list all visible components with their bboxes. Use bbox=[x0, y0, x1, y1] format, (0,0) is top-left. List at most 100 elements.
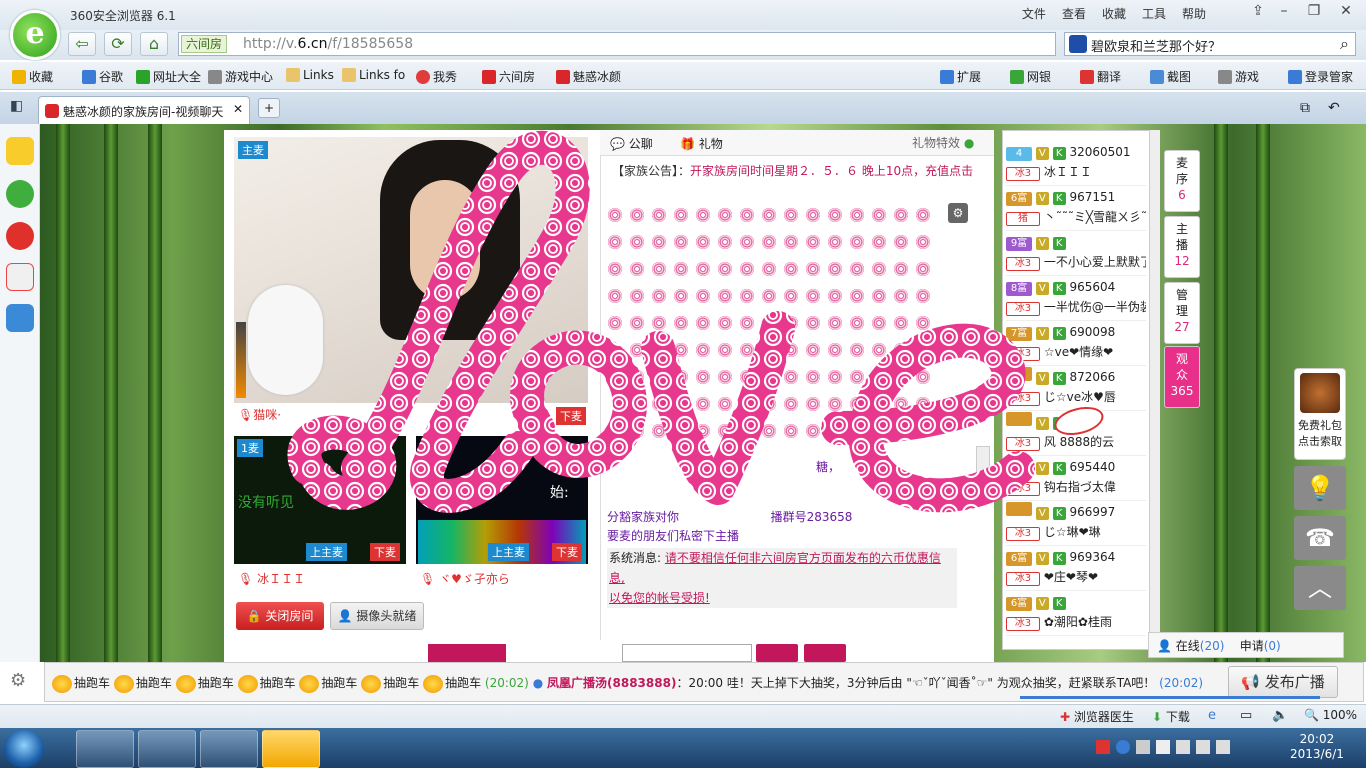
tab-close-icon[interactable]: ✕ bbox=[233, 102, 243, 116]
undo-close-icon[interactable]: ↶ bbox=[1328, 100, 1340, 116]
tab-queue[interactable]: 麦序 6 bbox=[1164, 150, 1200, 212]
search-field[interactable]: 碧欧泉和兰芝那个好？ ⌕ bbox=[1064, 32, 1356, 56]
gift-effect-toggle[interactable]: 礼物特效 ● bbox=[912, 134, 974, 151]
bookmark-links-fo[interactable]: Links fo bbox=[342, 68, 405, 82]
tray-arrow-icon[interactable] bbox=[1136, 740, 1150, 754]
tray-device-icon[interactable] bbox=[1176, 740, 1190, 754]
tray-flag-icon[interactable] bbox=[1156, 740, 1170, 754]
history-clock-icon[interactable] bbox=[6, 180, 34, 208]
tab-gift[interactable]: 🎁 礼物 bbox=[680, 135, 723, 152]
browser-logo-icon[interactable]: e bbox=[10, 10, 60, 60]
search-icon[interactable]: ⌕ bbox=[1340, 34, 1349, 54]
user-list-scrollbar[interactable] bbox=[1150, 130, 1160, 650]
refresh-button[interactable]: ⟳ bbox=[104, 32, 132, 56]
share-icon[interactable] bbox=[6, 304, 34, 332]
menu-help[interactable]: 帮助 bbox=[1182, 5, 1206, 22]
tray-network-icon[interactable] bbox=[1196, 740, 1210, 754]
taskbar-k-icon[interactable] bbox=[200, 730, 258, 768]
user-row[interactable]: 6富 V K 冰3 ✿潮阳✿桂雨 bbox=[1006, 592, 1146, 636]
home-button[interactable]: ⌂ bbox=[140, 32, 168, 56]
back-button[interactable]: ⇦ bbox=[68, 32, 96, 56]
phone-button[interactable]: ☎ bbox=[1294, 516, 1346, 560]
ext-translate[interactable]: 翻译 bbox=[1080, 68, 1121, 85]
settings-gear-icon[interactable]: ⚙ bbox=[10, 670, 26, 691]
minimize-button[interactable]: – bbox=[1272, 3, 1296, 23]
chat-scrollbar[interactable] bbox=[976, 446, 990, 482]
publish-broadcast-button[interactable]: 📢 发布广播 bbox=[1228, 666, 1338, 698]
send-button-2[interactable] bbox=[804, 644, 846, 662]
user-row[interactable]: 6富 V K 967151 猪 丶˜˜˜ミ╳雪龍ㄨ彡˜˜ bbox=[1006, 187, 1146, 231]
tab-hosts[interactable]: 主播 12 bbox=[1164, 216, 1200, 278]
taskbar-browser-icon[interactable] bbox=[138, 730, 196, 768]
tab-public-chat[interactable]: 💬 公聊 bbox=[610, 135, 653, 152]
user-row[interactable]: 9富 V K 冰3 一不小心爱上默默了 bbox=[1006, 232, 1146, 276]
favorites-star-icon[interactable] bbox=[6, 137, 34, 165]
start-button[interactable] bbox=[4, 730, 44, 768]
user-row[interactable]: 7富 V K 690098 冰3 ☆ve❤情缘❤ bbox=[1006, 322, 1146, 366]
ext-screenshot[interactable]: 截图 bbox=[1150, 68, 1191, 85]
mic2-up-button[interactable]: 上主麦 bbox=[488, 543, 529, 561]
tray-volume-icon[interactable] bbox=[1216, 740, 1230, 754]
tray-s-icon[interactable] bbox=[1096, 740, 1110, 754]
taskbar-app-game-icon[interactable] bbox=[76, 730, 134, 768]
menu-view[interactable]: 查看 bbox=[1062, 5, 1086, 22]
browser-doctor[interactable]: ✚ 浏览器医生 bbox=[1060, 708, 1134, 725]
restore-button[interactable]: ❐ bbox=[1302, 3, 1326, 23]
close-room-button[interactable]: 🔒 关闭房间 bbox=[236, 602, 324, 630]
bookmark-game-center[interactable]: 游戏中心 bbox=[208, 68, 273, 85]
tab-active[interactable]: 魅惑冰颜的家族房间-视频聊天 ✕ bbox=[38, 96, 250, 124]
user-row[interactable]: V K 872066 冰3 じ☆ve冰♥唇 bbox=[1006, 367, 1146, 411]
search-text[interactable]: 碧欧泉和兰芝那个好？ bbox=[1091, 36, 1221, 55]
url-field[interactable]: 六间房 http://v.6.cn/f/18585658 bbox=[178, 32, 1056, 56]
user-row[interactable]: 7富 V K 695440 冰3 钩右指づ太偉 bbox=[1006, 457, 1146, 501]
bookmark-woxiu[interactable]: 我秀 bbox=[416, 68, 457, 85]
system-warning-link-2[interactable]: 以免您的帐号受损! bbox=[609, 591, 710, 605]
chat-settings-gear-icon[interactable]: ⚙ bbox=[948, 203, 968, 223]
menu-file[interactable]: 文件 bbox=[1022, 5, 1046, 22]
bookmark-meihuo[interactable]: 魅惑冰颜 bbox=[556, 68, 621, 85]
bookmark-hao[interactable]: 网址大全 bbox=[136, 68, 201, 85]
partial-button[interactable] bbox=[428, 644, 506, 662]
ext-games[interactable]: 游戏 bbox=[1218, 68, 1259, 85]
ext-extensions[interactable]: 扩展 bbox=[940, 68, 981, 85]
online-tab[interactable]: 在线(20) bbox=[1176, 639, 1225, 653]
menu-favorites[interactable]: 收藏 bbox=[1102, 5, 1126, 22]
bookmark-google[interactable]: 谷歌 bbox=[82, 68, 123, 85]
close-button[interactable]: ✕ bbox=[1334, 3, 1358, 23]
mic1-up-button[interactable]: 上主麦 bbox=[306, 543, 347, 561]
user-row[interactable]: 8富 V K 965604 冰3 一半忧伤@一半伪装 bbox=[1006, 277, 1146, 321]
mail-icon[interactable] bbox=[6, 263, 34, 291]
host-down-button[interactable]: 下麦 bbox=[556, 407, 586, 425]
download-button[interactable]: ⬇ 下载 bbox=[1152, 708, 1190, 725]
url-text[interactable]: http://v.6.cn/f/18585658 bbox=[243, 36, 413, 52]
weibo-icon[interactable] bbox=[6, 222, 34, 250]
user-row[interactable]: 4 V K 32060501 冰3 冰ＩＩＩ bbox=[1006, 142, 1146, 186]
zoom-control[interactable]: 🔍 100% bbox=[1304, 708, 1357, 722]
mic1-down-button[interactable]: 下麦 bbox=[370, 543, 400, 561]
tab-list-icon[interactable]: ⧉ bbox=[1300, 100, 1310, 116]
mic2-down-button[interactable]: 下麦 bbox=[552, 543, 582, 561]
bookmark-links[interactable]: Links bbox=[286, 68, 334, 82]
chat-input[interactable] bbox=[622, 644, 752, 662]
clock[interactable]: 20:02 2013/6/1 bbox=[1290, 732, 1344, 762]
new-tab-button[interactable]: + bbox=[258, 98, 280, 118]
taskbar-notes-icon[interactable] bbox=[262, 730, 320, 768]
gift-promo[interactable]: 免费礼包 点击索取 bbox=[1294, 368, 1346, 460]
pin-icon[interactable]: ⇪ bbox=[1246, 3, 1270, 23]
lightbulb-button[interactable]: 💡 bbox=[1294, 466, 1346, 510]
apply-tab[interactable]: 申请(0) bbox=[1240, 639, 1281, 653]
bookmark-favorites[interactable]: 收藏 bbox=[12, 68, 53, 85]
user-row[interactable]: 6富 V K 969364 冰3 ❤庄❤琴❤ bbox=[1006, 547, 1146, 591]
tab-audience[interactable]: 观众 365 bbox=[1164, 346, 1200, 408]
ext-bank[interactable]: 网银 bbox=[1010, 68, 1051, 85]
tray-help-icon[interactable] bbox=[1116, 740, 1130, 754]
url-site-tag[interactable]: 六间房 bbox=[181, 35, 228, 53]
ie-icon[interactable]: e bbox=[1208, 708, 1216, 723]
sound-icon[interactable]: 🔈 bbox=[1272, 708, 1288, 723]
scroll-top-button[interactable]: ︿ bbox=[1294, 566, 1346, 610]
window-icon[interactable]: ▭ bbox=[1240, 708, 1252, 723]
sidebar-toggle-icon[interactable]: ◧ bbox=[10, 98, 23, 114]
user-row[interactable]: V K 966997 冰3 じ☆琳❤琳 bbox=[1006, 502, 1146, 546]
bookmark-6rooms[interactable]: 六间房 bbox=[482, 68, 535, 85]
send-button[interactable] bbox=[756, 644, 798, 662]
